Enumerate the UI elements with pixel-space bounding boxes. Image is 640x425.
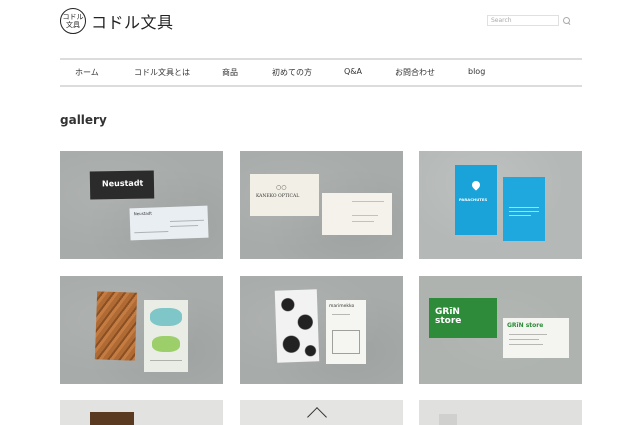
card-label: GRīN store <box>507 322 544 329</box>
nav-item-first-time[interactable]: 初めての方 <box>272 67 312 78</box>
nav-item-contact[interactable]: お問合わせ <box>395 67 435 78</box>
gallery-item-row3-2[interactable] <box>240 400 403 425</box>
gallery-item-neustadt[interactable]: Neustadt Neustadt <box>60 151 223 259</box>
gallery-item-row3-1[interactable] <box>60 400 223 425</box>
card-image: Neustadt <box>129 205 209 241</box>
card-label: KANEKO OPTICAL <box>256 194 300 199</box>
main-nav: ホーム コドル文具とは 商品 初めての方 Q&A お問合わせ blog <box>60 58 582 87</box>
card-image <box>322 193 392 235</box>
card-image <box>503 177 545 241</box>
gallery-item-row3-3[interactable] <box>419 400 582 425</box>
card-image <box>90 412 134 425</box>
nav-item-qa[interactable]: Q&A <box>344 67 362 76</box>
card-image: GRīN store <box>503 318 569 358</box>
card-image: Neustadt <box>89 170 155 200</box>
card-label: PARACHUTES <box>459 197 488 202</box>
parachute-icon <box>470 179 482 191</box>
card-image <box>94 291 138 361</box>
nav-item-products[interactable]: 商品 <box>222 67 238 78</box>
card-label: marimekko <box>329 304 355 309</box>
card-image: ○○ KANEKO OPTICAL <box>250 174 319 216</box>
card-image: PARACHUTES <box>455 165 497 235</box>
nav-item-blog[interactable]: blog <box>468 67 485 76</box>
card-label: GRīN store <box>435 307 462 326</box>
logo-mark-top: コドル <box>62 13 84 21</box>
card-image <box>274 289 320 363</box>
nav-item-home[interactable]: ホーム <box>75 67 99 78</box>
logo-mark-bottom: 文具 <box>66 21 80 29</box>
gallery-item-kaneko-optical[interactable]: ○○ KANEKO OPTICAL <box>240 151 403 259</box>
nav-item-about[interactable]: コドル文具とは <box>134 67 190 78</box>
gallery-item-wood-cards[interactable] <box>60 276 223 384</box>
search-icon[interactable] <box>563 16 571 25</box>
card-image <box>439 414 457 425</box>
site-logo[interactable]: コドル 文具 コドル文具 <box>60 7 180 35</box>
logo-mark-icon: コドル 文具 <box>60 8 86 34</box>
gallery-item-marimekko[interactable]: marimekko <box>240 276 403 384</box>
page-title: gallery <box>60 113 107 127</box>
card-image: marimekko <box>326 300 366 364</box>
glasses-icon: ○○ <box>276 184 287 191</box>
card-image: GRīN store <box>429 298 497 338</box>
logo-text: コドル文具 <box>91 13 174 32</box>
search-box <box>487 14 573 27</box>
search-input[interactable] <box>487 15 559 26</box>
gallery-item-parachutes[interactable]: PARACHUTES <box>419 151 582 259</box>
card-image <box>307 407 327 425</box>
gallery-item-grin-store[interactable]: GRīN store GRīN store <box>419 276 582 384</box>
card-label: Neustadt <box>133 210 152 217</box>
card-image <box>144 300 188 372</box>
card-label: Neustadt <box>101 178 144 189</box>
